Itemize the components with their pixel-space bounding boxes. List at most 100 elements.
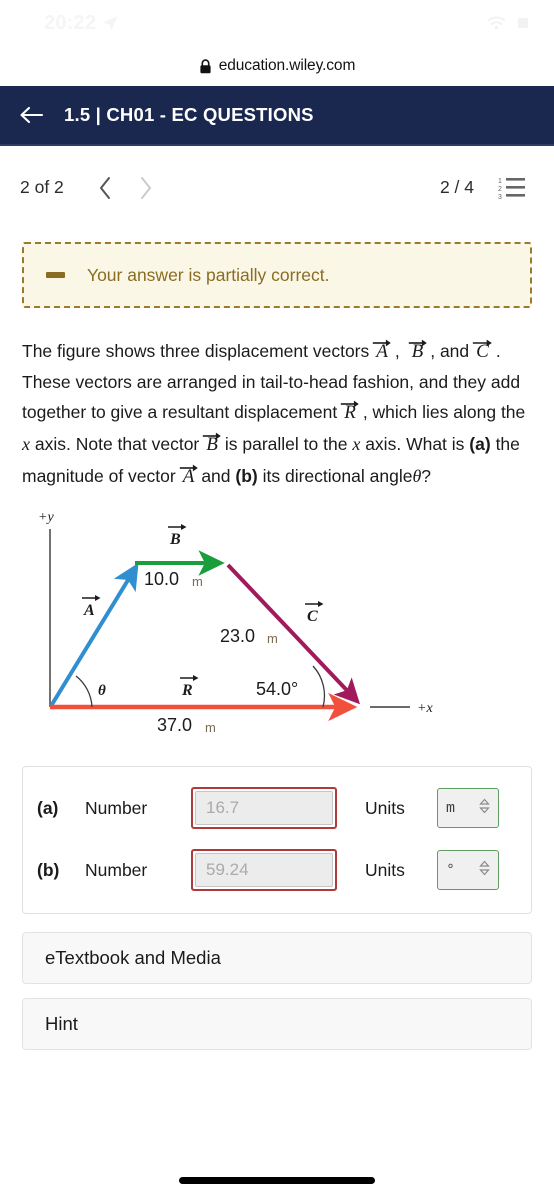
question-line-7c: and — [201, 466, 231, 487]
status-bar-left: 20:22 — [44, 12, 119, 35]
vector-B-magnitude: 10.0 — [144, 569, 179, 589]
answer-b-number-input[interactable] — [195, 853, 333, 888]
vector-B-label: B — [168, 524, 187, 548]
vector-A-arrow — [49, 562, 139, 708]
vector-diagram: +y +x A B 10.0 m C 23.0 m R 37.0 m θ 54.… — [22, 499, 532, 744]
vector-R-label: R — [180, 675, 199, 699]
vector-R-inline: R — [337, 397, 363, 429]
vector-R-unit: m — [205, 720, 216, 735]
hint-label: Hint — [45, 1013, 78, 1035]
question-count-label: 2 / 4 — [439, 177, 474, 197]
answer-b-unit-select[interactable]: ° — [437, 850, 499, 891]
question-line-4: axis. Note that vector — [34, 434, 200, 455]
question-line-1: The figure shows three displacement vect… — [22, 341, 370, 361]
wifi-icon — [487, 16, 506, 30]
svg-text:1: 1 — [498, 178, 502, 185]
vector-arrow-icon — [408, 326, 428, 347]
answer-card: (a) Number Units m (b) Number — [22, 766, 532, 915]
vector-R-letter: R — [344, 402, 356, 424]
vector-B-letter-2: B — [206, 434, 218, 456]
x-axis-label: +x — [417, 701, 433, 716]
svg-text:C: C — [307, 608, 318, 625]
angle-c-arc — [312, 665, 326, 708]
answer-b-number-label: Number — [85, 859, 148, 880]
question-line-7d: its directional angle — [262, 466, 413, 487]
main-content: Your answer is partially correct. The fi… — [0, 242, 554, 1051]
vector-R-magnitude: 37.0 — [157, 715, 192, 735]
url-text: education.wiley.com — [218, 57, 356, 74]
vector-C-magnitude: 23.0 — [220, 626, 255, 646]
status-bar-right — [487, 16, 530, 30]
vector-A-inline: A — [369, 336, 395, 368]
answer-b-input-wrapper — [191, 849, 337, 892]
theta-angle-arc — [75, 675, 93, 708]
question-paragraph: The figure shows three displacement vect… — [22, 336, 532, 493]
etextbook-label: eTextbook and Media — [45, 947, 221, 969]
answer-b-units-label: Units — [365, 859, 405, 880]
theta-angle-label: θ — [98, 683, 106, 699]
feedback-banner: Your answer is partially correct. — [22, 242, 532, 308]
answer-a-units-label: Units — [365, 797, 405, 818]
question-comma-1: , — [394, 341, 400, 361]
chevron-updown-icon — [479, 860, 490, 881]
pagination-bar: 2 of 2 2 / 4 1 2 3 — [0, 146, 554, 230]
answer-a-number-label: Number — [85, 797, 148, 818]
vector-B-unit: m — [192, 574, 203, 589]
answer-a-unit-value: m — [446, 799, 456, 817]
question-and-1: , and — [430, 341, 470, 361]
browser-url-bar[interactable]: education.wiley.com — [0, 46, 554, 86]
vector-C-unit: m — [267, 631, 278, 646]
svg-text:2: 2 — [498, 186, 502, 193]
answer-row-b: (b) Number Units ° — [37, 839, 517, 901]
answer-a-unit-select[interactable]: m — [437, 788, 499, 829]
hint-button[interactable]: Hint — [22, 998, 532, 1051]
question-line-6: axis. — [365, 434, 402, 455]
answer-a-number-input[interactable] — [195, 791, 333, 826]
x-italic-1: x — [22, 434, 30, 455]
home-indicator — [179, 1177, 375, 1184]
etextbook-and-media-button[interactable]: eTextbook and Media — [22, 932, 532, 985]
x-italic-2: x — [352, 434, 361, 455]
feedback-text: Your answer is partially correct. — [87, 264, 330, 285]
answer-a-label: (a) — [37, 797, 59, 818]
question-label-a: (a) — [469, 434, 491, 455]
theta-symbol: θ — [412, 466, 422, 487]
vector-B-letter: B — [411, 341, 424, 362]
status-bar: 20:22 — [0, 0, 554, 46]
answer-a-input-wrapper — [191, 787, 337, 830]
angle-c-label: 54.0° — [256, 679, 298, 699]
answer-b-label: (b) — [37, 859, 60, 880]
chevron-updown-icon — [479, 798, 490, 819]
battery-icon — [516, 16, 530, 30]
question-label-b: (b) — [235, 466, 258, 487]
svg-text:A: A — [83, 602, 95, 619]
svg-text:R: R — [181, 682, 193, 699]
vector-A-inline-2: A — [176, 461, 202, 493]
numbered-list-icon[interactable]: 1 2 3 — [496, 173, 530, 203]
prev-question-button[interactable] — [86, 168, 126, 208]
svg-text:B: B — [169, 531, 181, 548]
y-axis-label: +y — [38, 510, 54, 525]
status-bar-time: 20:22 — [44, 11, 97, 34]
vector-A-letter: A — [376, 341, 388, 362]
vector-A-letter-2: A — [182, 466, 195, 488]
answer-b-unit-value: ° — [446, 861, 456, 879]
vector-C-letter: C — [476, 341, 489, 362]
app-header: 1.5 | CH01 - EC QUESTIONS — [0, 86, 554, 146]
vector-B-inline-2: B — [199, 429, 225, 461]
answer-row-a: (a) Number Units m — [37, 777, 517, 839]
partial-dash-icon — [46, 272, 65, 278]
location-arrow-icon — [102, 15, 119, 32]
question-line-7e: ? — [421, 466, 432, 487]
vector-A-label: A — [82, 595, 101, 619]
page-count-label: 2 of 2 — [20, 177, 64, 197]
vector-C-inline: C — [469, 336, 496, 368]
question-line-5: is parallel to the — [224, 434, 348, 455]
vector-B-inline: B — [405, 336, 431, 368]
vector-diagram-svg: +y +x A B 10.0 m C 23.0 m R 37.0 m θ 54.… — [38, 510, 433, 735]
page-title: 1.5 | CH01 - EC QUESTIONS — [64, 104, 314, 125]
next-question-button[interactable] — [126, 168, 166, 208]
vector-arrow-icon — [372, 326, 392, 347]
back-arrow-icon[interactable] — [18, 101, 46, 129]
question-text: The figure shows three displacement vect… — [22, 336, 532, 493]
